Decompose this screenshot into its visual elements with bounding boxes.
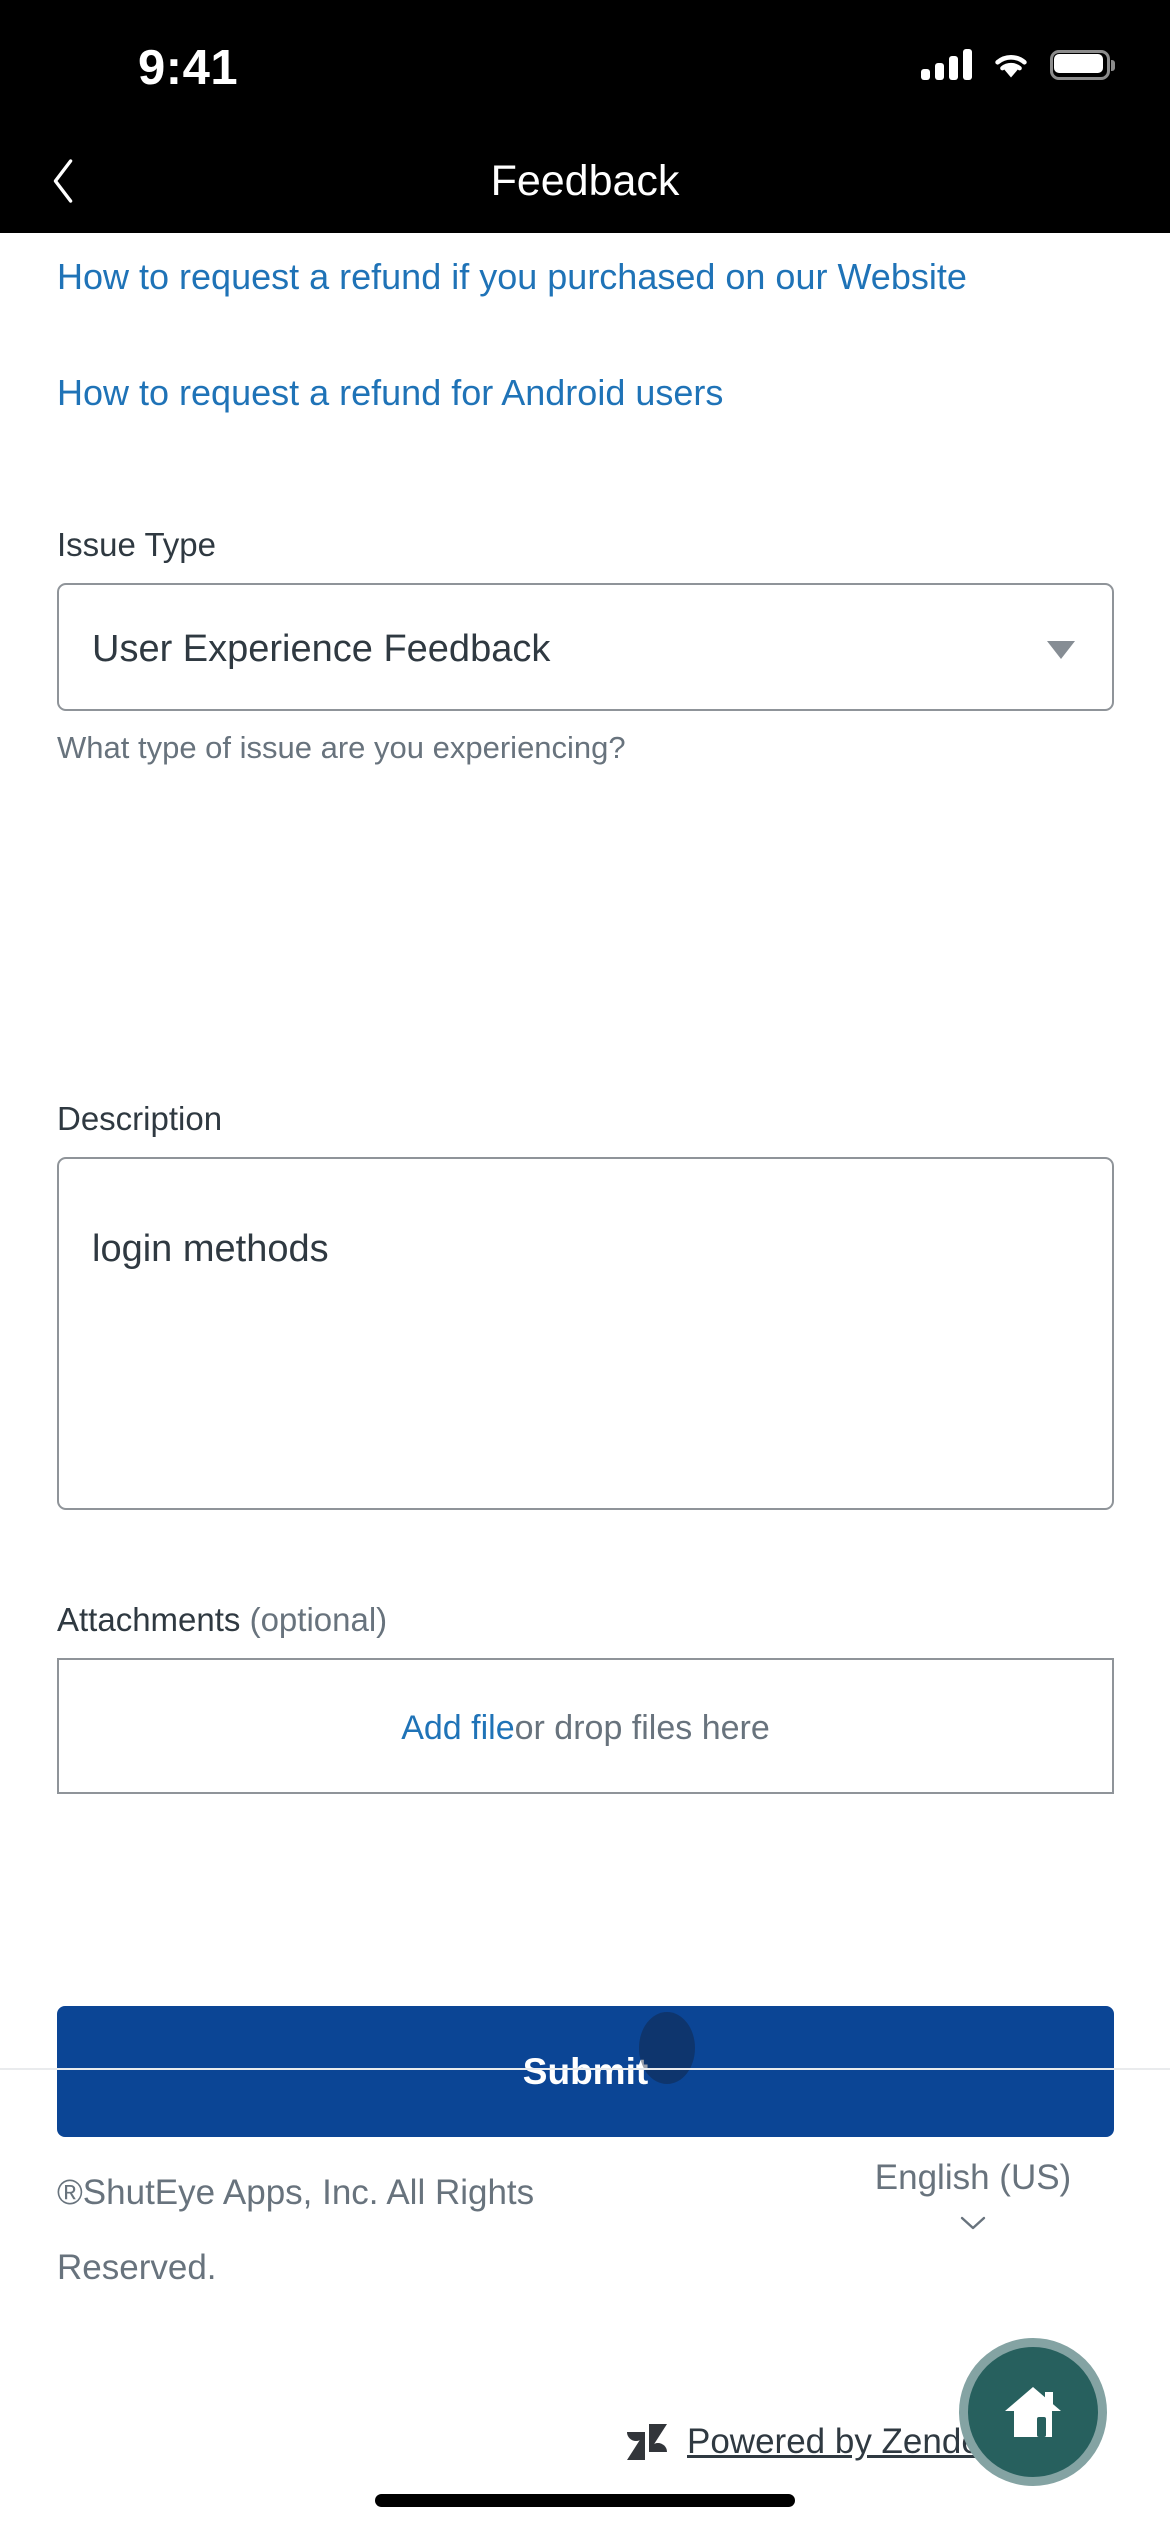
chevron-down-icon — [960, 2216, 986, 2230]
submit-button[interactable]: Submit — [57, 2006, 1114, 2137]
help-link-android-refund[interactable]: How to request a refund for Android user… — [57, 371, 723, 415]
footer-divider — [0, 2068, 1170, 2070]
status-bar-time: 9:41 — [138, 41, 239, 95]
copyright-text: ®ShutEye Apps, Inc. All Rights Reserved. — [57, 2173, 535, 2287]
issue-type-hint: What type of issue are you experiencing? — [57, 730, 626, 765]
status-bar: 9:41 — [0, 0, 1170, 128]
home-icon — [1005, 2387, 1061, 2437]
description-label: Description — [57, 1100, 223, 1137]
description-textarea[interactable]: login methods — [57, 1157, 1114, 1510]
attachments-label-text: Attachments — [57, 1601, 241, 1638]
navigation-bar: Feedback — [0, 128, 1170, 233]
add-file-link[interactable]: Add file — [401, 1708, 514, 1748]
triangle-down-icon — [1047, 641, 1075, 659]
locale-selector[interactable]: English (US) — [828, 2155, 1118, 2230]
wifi-icon — [995, 55, 1027, 78]
issue-type-value: User Experience Feedback — [92, 628, 551, 670]
issue-type-label: Issue Type — [57, 526, 216, 563]
attachments-dropzone-text: Add file or drop files here — [59, 1660, 1112, 1796]
locale-label: English (US) — [874, 2158, 1072, 2197]
description-value: login methods — [92, 1228, 329, 1270]
powered-by-zendesk[interactable]: Powered by Zendesk — [625, 2420, 1016, 2464]
help-link-website-refund[interactable]: How to request a refund if you purchased… — [57, 255, 967, 299]
attachments-label: Attachments (optional) — [57, 1600, 387, 1640]
phone-screen: 9:41 Feedback How to request a refund if… — [0, 0, 1170, 2532]
home-indicator — [375, 2494, 795, 2507]
issue-type-select[interactable]: User Experience Feedback — [57, 583, 1114, 711]
battery-icon — [1050, 50, 1115, 80]
page-title: Feedback — [490, 157, 680, 205]
home-fab-button[interactable] — [959, 2338, 1107, 2486]
attachments-optional-text: (optional) — [240, 1601, 388, 1638]
cellular-signal-icon — [921, 49, 972, 80]
drop-files-hint: or drop files here — [514, 1709, 770, 1747]
attachments-dropzone[interactable]: Add file or drop files here — [57, 1658, 1114, 1794]
zendesk-logo-icon — [627, 2424, 667, 2460]
status-bar-indicators — [921, 49, 1115, 80]
